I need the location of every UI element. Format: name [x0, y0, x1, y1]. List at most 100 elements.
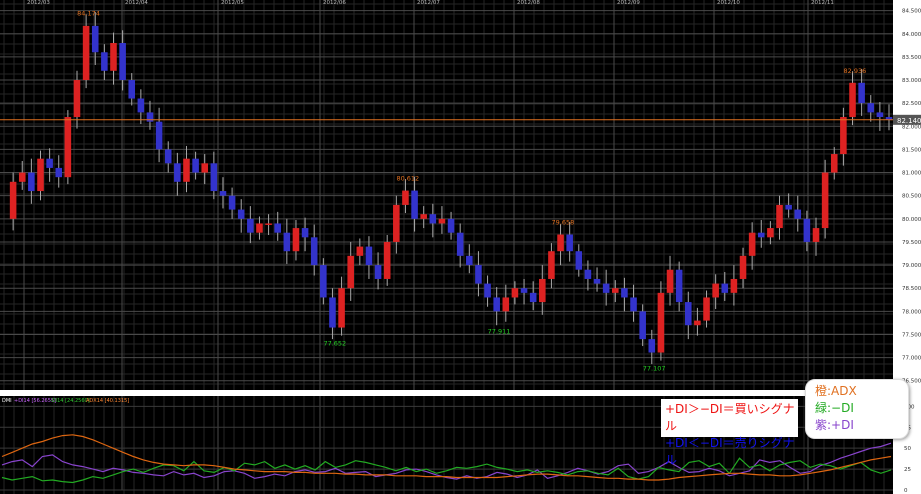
candle-down — [648, 339, 656, 353]
price-tick-label: 84.500 — [902, 9, 921, 15]
candle-down — [757, 232, 765, 238]
candle-up — [511, 288, 519, 298]
dmi-tick-label: 25 — [904, 467, 911, 473]
candle-down — [283, 232, 291, 252]
candle-up — [64, 117, 72, 178]
high-annotation: 79.658 — [552, 219, 575, 227]
dmi-title: DMI — [2, 398, 12, 404]
candle-down — [684, 302, 692, 326]
low-annotation: 77.652 — [323, 339, 346, 347]
price-tick-label: 83.000 — [902, 78, 921, 84]
candle-up — [110, 43, 117, 71]
date-tick-label: 2012/09 — [617, 0, 640, 6]
legend-plus-di: 紫:+DI — [815, 418, 854, 432]
current-price-label: 82.140 — [897, 117, 921, 125]
dmi-series-legend: ADX14 [40.1315] — [86, 398, 129, 404]
candle-up — [183, 158, 190, 182]
dmi-tick-label: 50 — [904, 446, 911, 452]
candle-down — [274, 223, 281, 233]
candle-up — [383, 241, 391, 279]
candle-down — [721, 283, 729, 293]
candle-down — [310, 237, 318, 266]
candle-down — [794, 209, 802, 219]
candle-down — [365, 246, 373, 266]
candle-up — [840, 117, 847, 155]
price-tick-label: 78.500 — [902, 286, 921, 292]
low-annotation: 77.107 — [643, 365, 666, 373]
high-annotation: 84.174 — [77, 10, 100, 18]
candle-down — [475, 265, 482, 284]
date-tick-label: 2012/08 — [517, 0, 540, 6]
candle-down — [411, 190, 418, 219]
price-tick-label: 80.000 — [902, 217, 921, 223]
candle-down — [210, 163, 218, 192]
date-tick-label: 2012/10 — [717, 0, 740, 6]
candle-down — [575, 251, 583, 270]
candle-down — [584, 269, 592, 279]
signal-note-box: +DI＞−DI＝買いシグナル +DI＜−DI＝売りシグナル — [661, 399, 798, 467]
candle-down — [867, 103, 875, 113]
candle-down — [447, 218, 455, 233]
candle-down — [593, 278, 601, 284]
candle-up — [356, 246, 364, 256]
candle-down — [858, 82, 865, 104]
candle-up — [548, 251, 555, 279]
candle-down — [520, 288, 528, 293]
date-tick-label: 2012/05 — [221, 0, 244, 6]
candle-up — [37, 158, 44, 192]
candle-up — [812, 228, 820, 242]
buy-signal-text: +DI＞−DI＝買いシグナル — [665, 402, 795, 433]
candle-up — [657, 292, 665, 353]
candle-up — [347, 255, 354, 289]
date-tick-label: 2012/04 — [125, 0, 148, 6]
candle-down — [137, 98, 145, 113]
candle-up — [338, 288, 345, 328]
candle-up — [767, 228, 774, 238]
price-tick-label: 81.500 — [902, 147, 921, 153]
candle-down — [876, 112, 884, 118]
candle-up — [730, 278, 738, 293]
date-tick-label: 2012/11 — [811, 0, 834, 6]
candle-down — [55, 167, 63, 178]
candle-down — [493, 297, 500, 312]
candle-down — [174, 163, 181, 182]
candle-up — [703, 297, 710, 321]
candle-up — [420, 214, 427, 219]
candle-up — [748, 232, 756, 256]
candle-down — [101, 52, 108, 71]
candle-down — [46, 158, 53, 168]
price-tick-label: 81.000 — [902, 171, 921, 177]
candle-down — [91, 25, 99, 53]
candle-down — [119, 43, 126, 81]
high-annotation: 80.612 — [396, 175, 419, 183]
candle-up — [830, 154, 838, 173]
date-tick-label: 2012/06 — [323, 0, 346, 6]
candle-up — [739, 255, 747, 279]
candle-down — [456, 232, 464, 256]
candle-down — [675, 269, 683, 303]
price-tick-label: 84.000 — [902, 32, 921, 38]
candle-down — [164, 149, 172, 164]
candle-down — [237, 209, 245, 219]
price-tick-label: 77.500 — [902, 332, 921, 338]
candle-down — [639, 311, 646, 340]
candle-up — [712, 283, 719, 298]
candle-up — [201, 163, 209, 173]
candle-down — [155, 121, 163, 150]
candle-up — [502, 297, 510, 312]
candle-up — [9, 181, 17, 219]
candle-up — [265, 223, 272, 225]
price-tick-label: 82.000 — [902, 124, 921, 130]
candle-down — [785, 204, 792, 210]
candle-up — [82, 25, 90, 81]
candle-up — [438, 218, 446, 224]
high-annotation: 82.936 — [844, 67, 867, 75]
candle-up — [776, 204, 783, 229]
candle-up — [821, 172, 829, 229]
candle-down — [329, 297, 336, 328]
indicator-legend-box: 橙:ADX 緑:−DI 紫:+DI — [805, 379, 909, 439]
price-tick-label: 79.000 — [902, 263, 921, 269]
dmi-tick-label: 0 — [904, 488, 908, 494]
candle-up — [18, 172, 26, 182]
date-tick-label: 2012/03 — [27, 0, 50, 6]
